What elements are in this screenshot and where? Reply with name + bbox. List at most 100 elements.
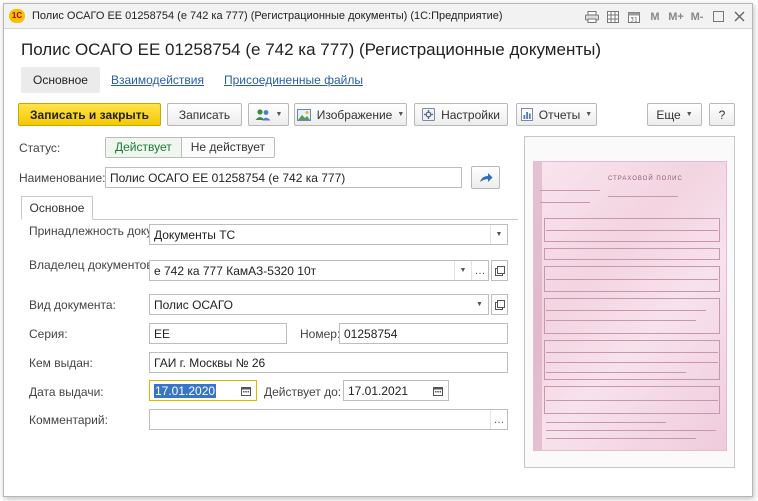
settings-icon <box>422 108 436 121</box>
open-icon[interactable] <box>491 260 508 281</box>
scan-side-stripe <box>534 162 542 450</box>
open-icon[interactable] <box>491 294 508 315</box>
scan-line <box>546 279 718 280</box>
policy-scan-image: СТРАХОВОЙ ПОЛИС <box>533 161 727 451</box>
scan-title: СТРАХОВОЙ ПОЛИС <box>608 176 683 182</box>
name-value: Полис ОСАГО ЕЕ 01258754 (е 742 ка 777) <box>110 171 346 185</box>
scan-line <box>546 400 718 401</box>
dropdown-icon[interactable]: ▼ <box>454 261 471 280</box>
tab-main[interactable]: Основное <box>21 67 100 93</box>
memory-plus-button[interactable]: M+ <box>667 8 685 26</box>
save-button[interactable]: Записать <box>167 103 242 126</box>
dropdown-icon: ▼ <box>275 111 283 118</box>
number-field[interactable]: 01258754 <box>339 323 508 344</box>
svg-text:31: 31 <box>630 16 638 23</box>
scan-line <box>546 310 706 311</box>
reports-icon <box>520 108 533 121</box>
goto-arrow-icon <box>479 172 493 184</box>
image-icon <box>296 108 311 121</box>
dropdown-icon[interactable]: ▼ <box>471 295 488 314</box>
image-menu-label: Изображение <box>316 107 393 122</box>
scan-box <box>544 298 720 334</box>
issued-by-field[interactable]: ГАИ г. Москвы № 26 <box>149 352 508 373</box>
scan-box <box>544 248 720 260</box>
goto-button[interactable] <box>471 166 500 189</box>
dropdown-icon: ▼ <box>685 111 693 118</box>
users-icon <box>255 108 271 121</box>
doc-type-label: Вид документа: <box>29 298 116 312</box>
scan-line <box>546 352 718 353</box>
tab-attached-files[interactable]: Присоединенные файлы <box>215 67 372 93</box>
valid-until-field[interactable]: 17.01.2021 <box>343 380 449 401</box>
status-label: Статус: <box>19 141 61 155</box>
comment-field[interactable]: … <box>149 409 508 430</box>
inner-tab-main[interactable]: Основное <box>21 196 93 220</box>
series-label: Серия: <box>29 327 68 341</box>
table-icon[interactable] <box>604 8 622 26</box>
number-value: 01258754 <box>344 327 398 341</box>
scan-line <box>546 230 718 231</box>
name-label: Наименование: <box>19 171 106 185</box>
settings-label: Настройки <box>441 107 500 122</box>
calendar-icon[interactable] <box>429 381 446 400</box>
memory-minus-button[interactable]: M- <box>688 8 706 26</box>
issue-date-field[interactable]: 17.01.2020 <box>149 380 257 401</box>
ellipsis-icon[interactable]: … <box>471 261 488 280</box>
image-menu-button[interactable]: Изображение ▼ <box>294 103 407 126</box>
dropdown-icon[interactable]: ▼ <box>490 225 507 244</box>
scan-line <box>608 196 678 197</box>
scan-line <box>546 430 716 431</box>
tab-interactions[interactable]: Взаимодействия <box>102 67 213 93</box>
comment-label: Комментарий: <box>29 413 108 427</box>
reports-menu-button[interactable]: Отчеты ▼ <box>516 103 597 126</box>
page-title: Полис ОСАГО ЕЕ 01258754 (е 742 ка 777) (… <box>21 40 601 59</box>
issued-by-label: Кем выдан: <box>29 356 93 370</box>
document-window: 1С Полис ОСАГО ЕЕ 01258754 (е 742 ка 777… <box>3 3 753 497</box>
series-value: ЕЕ <box>154 327 171 341</box>
save-and-close-button[interactable]: Записать и закрыть <box>18 103 161 126</box>
help-button[interactable]: ? <box>709 103 735 126</box>
users-menu-button[interactable]: ▼ <box>248 103 289 126</box>
app-logo-icon: 1С <box>9 9 25 23</box>
scan-line <box>546 320 696 321</box>
scan-line <box>546 372 686 373</box>
calendar-icon[interactable]: 31 <box>625 8 643 26</box>
scan-box <box>544 340 720 380</box>
issue-date-label: Дата выдачи: <box>29 385 104 399</box>
calendar-icon[interactable] <box>237 381 254 400</box>
doc-type-field[interactable]: Полис ОСАГО ▼ <box>149 294 489 315</box>
owner-value: е 742 ка 777 КамАЗ-5320 10т <box>154 264 317 278</box>
window-title: Полис ОСАГО ЕЕ 01258754 (е 742 ка 777) (… <box>32 10 503 22</box>
memory-button[interactable]: M <box>646 8 664 26</box>
title-tools: 31 M M+ M- <box>580 7 748 26</box>
belonging-field[interactable]: Документы ТС ▼ <box>149 224 508 245</box>
valid-until-value: 17.01.2021 <box>348 384 409 398</box>
more-label: Еще <box>656 107 681 122</box>
issue-date-selection: 17.01.2020 <box>154 384 217 398</box>
ellipsis-icon[interactable]: … <box>490 410 507 429</box>
settings-button[interactable]: Настройки <box>414 103 508 126</box>
number-label: Номер: <box>300 327 341 341</box>
scan-line <box>540 190 600 191</box>
reports-label: Отчеты <box>538 107 581 122</box>
close-icon[interactable] <box>730 8 748 26</box>
issued-by-value: ГАИ г. Москвы № 26 <box>154 356 266 370</box>
name-field[interactable]: Полис ОСАГО ЕЕ 01258754 (е 742 ка 777) <box>105 167 462 188</box>
series-field[interactable]: ЕЕ <box>149 323 287 344</box>
status-switch: Действует Не действует <box>105 137 276 158</box>
owner-label: Владелец документов: <box>29 258 157 272</box>
scan-line <box>546 438 696 439</box>
status-option-active[interactable]: Действует <box>106 138 182 157</box>
belonging-value: Документы ТС <box>154 228 236 242</box>
print-icon[interactable] <box>583 8 601 26</box>
valid-until-label: Действует до: <box>264 385 342 399</box>
issue-date-value: 17.01.2020 <box>154 384 217 398</box>
owner-field[interactable]: е 742 ка 777 КамАЗ-5320 10т ▼ … <box>149 260 489 281</box>
status-option-inactive[interactable]: Не действует <box>181 138 275 157</box>
scan-line <box>546 422 666 423</box>
more-menu-button[interactable]: Еще ▼ <box>647 103 702 126</box>
restore-icon[interactable] <box>709 8 727 26</box>
dropdown-icon: ▼ <box>397 111 405 118</box>
document-scan-preview[interactable]: СТРАХОВОЙ ПОЛИС <box>524 136 735 468</box>
doc-type-value: Полис ОСАГО <box>154 298 233 312</box>
